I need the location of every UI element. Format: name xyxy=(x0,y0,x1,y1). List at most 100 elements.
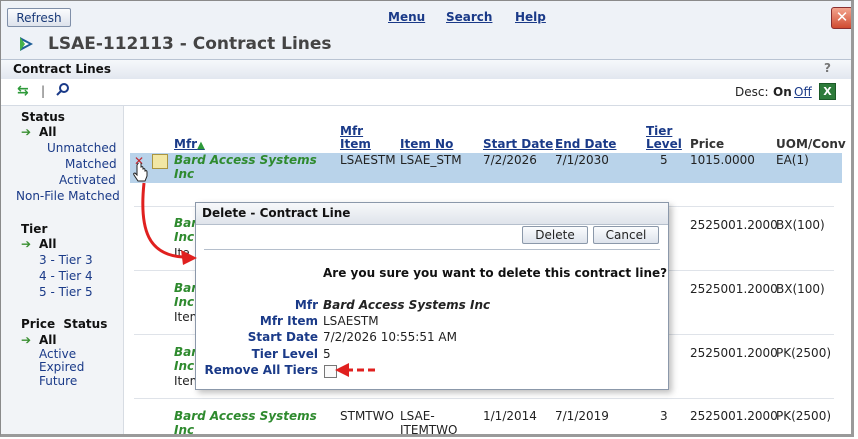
dialog-start-date-label: Start Date xyxy=(247,330,318,344)
note-icon[interactable] xyxy=(152,154,168,169)
dialog-mfr-label: Mfr xyxy=(294,298,318,312)
row1-mfr-item: LSAESTM xyxy=(340,153,396,167)
desc-on-option: On xyxy=(773,85,792,99)
row5-mfr-line2: Inc xyxy=(174,423,195,434)
column-header-price: Price xyxy=(690,137,725,151)
row5-uom: PK(2500) xyxy=(776,409,832,423)
dialog-mfr-value: Bard Access Systems Inc xyxy=(323,298,491,312)
column-header-start-date[interactable]: Start Date xyxy=(483,138,553,151)
desc-label: Desc: xyxy=(735,85,769,99)
row4-mfr-line2: Inc xyxy=(174,359,195,373)
status-filter-matched[interactable]: Matched xyxy=(65,157,117,171)
filter-sidebar: Status ➔ All Unmatched Matched Activated… xyxy=(1,106,124,434)
page-title: LSAE-112113 - Contract Lines xyxy=(48,34,332,54)
row1-price: 1015.0000 xyxy=(690,153,755,167)
row2-price: 2525001.2000 xyxy=(690,218,778,232)
row5-item-no: LSAE- ITEMTWO xyxy=(400,409,457,434)
price-status-filter-future[interactable]: Future xyxy=(39,374,77,388)
nav-help-link[interactable]: Help xyxy=(515,10,546,24)
grid-toolbar: ⇆ | Desc: On Off X xyxy=(1,79,851,106)
row3-mfr-line2: Inc xyxy=(174,295,195,309)
row2-mfr-line2: Inc xyxy=(174,230,195,244)
dialog-tier-level-label: Tier Level xyxy=(251,347,318,361)
row1-mfr: Bard Access Systems Inc xyxy=(174,153,317,181)
row1-mfr-line2: Inc xyxy=(174,167,195,181)
dialog-mfr-item-label: Mfr Item xyxy=(259,314,318,328)
hand-cursor-icon xyxy=(133,163,148,182)
search-icon[interactable] xyxy=(56,82,70,96)
tier-filter-4[interactable]: 4 - Tier 4 xyxy=(39,269,93,283)
row5-end-date: 7/1/2019 xyxy=(555,409,609,423)
row2-extra: Ite xyxy=(174,246,190,260)
price-status-filter-all[interactable]: All xyxy=(39,333,57,347)
column-header-item-no[interactable]: Item No xyxy=(400,138,453,151)
close-icon[interactable]: ✕ xyxy=(831,7,851,29)
tier-filter-heading: Tier xyxy=(21,222,48,236)
desc-off-link[interactable]: Off xyxy=(794,85,812,99)
top-bar: Refresh Menu Search Help ✕ LSAE-112113 -… xyxy=(1,1,851,59)
dialog-mfr-item-value: LSAESTM xyxy=(323,314,379,328)
row4-uom: PK(2500) xyxy=(776,346,832,360)
column-header-mfr[interactable]: Mfr▲ xyxy=(174,138,205,152)
dialog-title: Delete - Contract Line xyxy=(202,206,351,220)
column-header-tier-level[interactable]: Tier Level xyxy=(646,125,682,151)
status-filter-non-file-matched[interactable]: Non-File Matched xyxy=(16,189,120,203)
status-filter-activated[interactable]: Activated xyxy=(59,173,116,187)
row5-start-date: 1/1/2014 xyxy=(483,409,537,423)
column-header-tier-line2: Level xyxy=(646,137,682,151)
selected-arrow-icon: ➔ xyxy=(21,237,32,251)
price-status-filter-heading: Price Status xyxy=(21,317,108,331)
column-header-mfr-label: Mfr xyxy=(174,137,198,151)
row5-mfr-item: STMTWO xyxy=(340,409,394,423)
row5-mfr-line1: Bard Access Systems xyxy=(174,409,317,423)
selected-arrow-icon: ➔ xyxy=(21,125,32,139)
column-header-mfr-item-line1: Mfr xyxy=(340,124,364,138)
cancel-button[interactable]: Cancel xyxy=(593,226,659,244)
row1-mfr-line1: Bard Access Systems xyxy=(174,153,317,167)
row1-tier: 5 xyxy=(660,153,668,167)
refresh-button[interactable]: Refresh xyxy=(7,8,71,27)
row2-uom: BX(100) xyxy=(776,218,825,232)
price-status-filter-expired[interactable]: Expired xyxy=(39,360,84,374)
row3-uom: BX(100) xyxy=(776,282,825,296)
nav-menu-link[interactable]: Menu xyxy=(388,10,425,24)
dialog-divider xyxy=(204,249,660,250)
section-header: Contract Lines ? xyxy=(1,59,851,80)
row1-item-no: LSAE_STM xyxy=(400,153,462,167)
row1-start-date: 7/2/2026 xyxy=(483,153,537,167)
status-filter-all[interactable]: All xyxy=(39,125,57,139)
column-header-tier-line1: Tier xyxy=(646,124,673,138)
status-filter-unmatched[interactable]: Unmatched xyxy=(47,141,116,155)
column-header-end-date[interactable]: End Date xyxy=(555,138,616,151)
delete-contract-line-dialog: Delete - Contract Line Delete Cancel Are… xyxy=(195,202,669,390)
status-filter-heading: Status xyxy=(21,110,65,124)
row3-price: 2525001.2000 xyxy=(690,282,778,296)
dialog-tier-level-value: 5 xyxy=(323,347,331,361)
price-status-filter-active[interactable]: Active xyxy=(39,347,76,361)
tier-filter-5[interactable]: 5 - Tier 5 xyxy=(39,285,93,299)
refresh-icon[interactable]: ⇆ xyxy=(17,83,29,99)
tier-filter-3[interactable]: 3 - Tier 3 xyxy=(39,253,93,267)
app-logo-icon xyxy=(20,37,33,51)
nav-search-link[interactable]: Search xyxy=(446,10,492,24)
dialog-title-bar[interactable]: Delete - Contract Line xyxy=(196,203,668,225)
column-header-mfr-item[interactable]: Mfr Item xyxy=(340,125,371,151)
toolbar-separator: | xyxy=(41,84,46,98)
delete-button[interactable]: Delete xyxy=(522,226,588,244)
row5-item-no-line1: LSAE- xyxy=(400,409,435,423)
remove-all-tiers-label: Remove All Tiers xyxy=(204,363,318,377)
row5-tier: 3 xyxy=(660,409,668,423)
section-title: Contract Lines xyxy=(13,62,111,76)
selected-arrow-icon: ➔ xyxy=(21,333,32,347)
remove-all-tiers-checkbox[interactable] xyxy=(324,365,337,378)
excel-icon[interactable]: X xyxy=(819,83,836,100)
column-header-mfr-item-line2: Item xyxy=(340,137,371,151)
tier-filter-all[interactable]: All xyxy=(39,237,57,251)
row5-price: 2525001.2000 xyxy=(690,409,778,423)
help-icon[interactable]: ? xyxy=(824,61,831,75)
dialog-start-date-value: 7/2/2026 10:55:51 AM xyxy=(323,330,457,344)
row-divider xyxy=(134,398,834,399)
row1-end-date: 7/1/2030 xyxy=(555,153,609,167)
sort-ascending-icon: ▲ xyxy=(197,140,205,151)
column-header-uom: UOM/Conv xyxy=(776,137,846,151)
